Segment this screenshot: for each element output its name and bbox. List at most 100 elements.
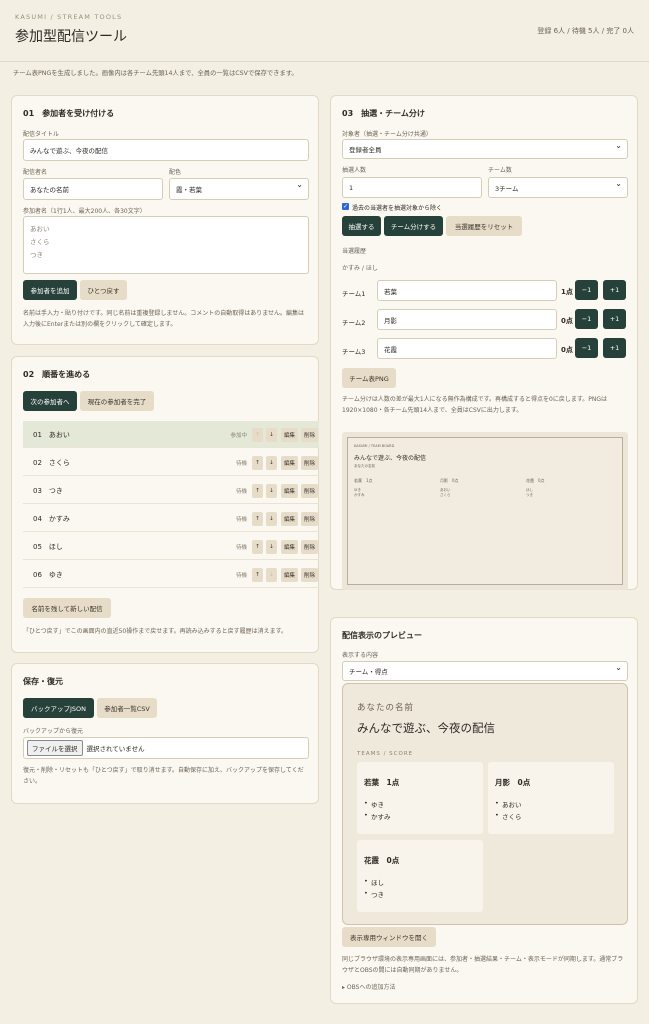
- move-up-button[interactable]: ↑: [252, 540, 263, 554]
- backup-card: 保存・復元 バックアップJSON 参加者一覧CSV バックアップから復元 ファイ…: [11, 663, 319, 804]
- move-up-button[interactable]: ↑: [252, 484, 263, 498]
- move-down-button[interactable]: ↓: [266, 428, 277, 442]
- participant-counts: 登録 6人 / 待機 5人 / 完了 0人: [537, 27, 634, 35]
- color-scheme-label: 配色: [169, 169, 182, 176]
- delete-button[interactable]: 削除: [301, 540, 318, 554]
- edit-button[interactable]: 編集: [281, 540, 298, 554]
- order-title: 02 順番を進める: [23, 370, 91, 379]
- move-down-button[interactable]: ↓: [266, 540, 277, 554]
- plus-point-button[interactable]: +1: [603, 309, 626, 329]
- participant-names-label: 参加者名（1行1人、最大200人、各30文字）: [23, 208, 146, 215]
- queue-row: 01 あおい 参加中 ↑ ↓ 編集 削除: [23, 421, 319, 448]
- thumb-brand: KASUMI / TEAM BOARD: [354, 444, 395, 448]
- display-content-label: 表示する内容: [342, 652, 379, 659]
- move-down-button[interactable]: ↓: [266, 512, 277, 526]
- preview-stream-title: みんなで遊ぶ、今夜の配信: [357, 721, 495, 735]
- queue-row-state: 参加中: [230, 433, 247, 439]
- split-teams-button[interactable]: チーム分けする: [384, 216, 443, 236]
- delete-button[interactable]: 削除: [301, 428, 318, 442]
- plus-point-button[interactable]: +1: [603, 338, 626, 358]
- complete-current-button[interactable]: 現在の参加者を完了: [80, 391, 154, 411]
- preview-member: あおい: [495, 799, 521, 809]
- minus-point-button[interactable]: −1: [575, 309, 598, 329]
- delete-button[interactable]: 削除: [301, 568, 318, 582]
- edit-button[interactable]: 編集: [281, 568, 298, 582]
- color-scheme-value: 霞・若葉: [176, 186, 202, 194]
- plus-point-button[interactable]: +1: [603, 280, 626, 300]
- reception-card: 01 参加者を受け付ける 配信タイトル みんなで遊ぶ、今夜の配信 配信者名 あな…: [11, 95, 319, 345]
- backup-json-button[interactable]: バックアップJSON: [23, 698, 94, 718]
- obs-help-toggle[interactable]: ▸ OBSへの追加方法: [342, 982, 395, 993]
- display-content-select[interactable]: チーム・得点: [342, 661, 628, 681]
- edit-button[interactable]: 編集: [281, 484, 298, 498]
- edit-button[interactable]: 編集: [281, 512, 298, 526]
- queue-row: 06 ゆき 待機 ↑ ↓ 編集 削除: [23, 561, 319, 588]
- team-count-select[interactable]: 3チーム: [488, 177, 628, 198]
- thumb-team-head: 若葉 1点: [354, 478, 373, 483]
- participant-names-textarea[interactable]: あおい さくら つき: [23, 216, 309, 274]
- team-name-input[interactable]: 月影: [377, 309, 557, 330]
- reset-history-button[interactable]: 当選履歴をリセット: [446, 216, 522, 236]
- app-header: KASUMI / STREAM TOOLS 参加型配信ツール 登録 6人 / 待…: [0, 0, 649, 62]
- choose-file-button[interactable]: ファイルを選択: [27, 740, 83, 756]
- preview-member: かすみ: [364, 811, 390, 821]
- team-count-value: 3チーム: [495, 184, 519, 193]
- queue-row-name: 03 つき: [33, 487, 63, 495]
- target-select[interactable]: 登録者全員: [342, 139, 628, 159]
- open-display-window-button[interactable]: 表示専用ウィンドウを開く: [342, 927, 436, 947]
- undo-button[interactable]: ひとつ戻す: [80, 280, 127, 300]
- preview-member: ほし: [364, 877, 384, 887]
- team-points: 0点: [561, 346, 573, 354]
- move-down-button[interactable]: ↓: [266, 484, 277, 498]
- preview-member: ゆき: [364, 799, 384, 809]
- draw-count-input[interactable]: 1: [342, 177, 482, 198]
- thumb-member: つき: [526, 493, 533, 497]
- streamer-name-input[interactable]: あなたの名前: [23, 178, 163, 200]
- draw-count-label: 抽選人数: [342, 167, 367, 174]
- preview-streamer: あなたの名前: [357, 703, 415, 713]
- history-label: 当選履歴: [342, 248, 367, 255]
- lottery-note: チーム分けは人数の差が最大1人になる無作為構成です。再構成すると得点を0に戻しま…: [342, 396, 608, 414]
- minus-point-button[interactable]: −1: [575, 280, 598, 300]
- queue-row-name: 01 あおい: [33, 431, 70, 439]
- minus-point-button[interactable]: −1: [575, 338, 598, 358]
- delete-button[interactable]: 削除: [301, 512, 318, 526]
- edit-button[interactable]: 編集: [281, 428, 298, 442]
- move-up-button[interactable]: ↑: [252, 568, 263, 582]
- move-up-button[interactable]: ↑: [252, 456, 263, 470]
- preview-team-head: 若葉 1点: [364, 778, 400, 787]
- team-board-image: KASUMI / TEAM BOARD みんなで遊ぶ、今夜の配信 あなたの名前 …: [347, 437, 623, 585]
- delete-button[interactable]: 削除: [301, 484, 318, 498]
- target-value: 登録者全員: [349, 146, 382, 154]
- queue-row-name: 06 ゆき: [33, 571, 63, 579]
- move-up-button[interactable]: ↑: [252, 428, 263, 442]
- preview-team-card: 月影 0点 あおい さくら: [488, 762, 614, 834]
- queue-row-state: 待機: [235, 545, 247, 551]
- export-csv-button[interactable]: 参加者一覧CSV: [97, 698, 157, 718]
- exclude-winners-checkbox[interactable]: ✓: [342, 203, 349, 210]
- reception-title: 01 参加者を受け付ける: [23, 109, 115, 118]
- color-scheme-select[interactable]: 霞・若葉: [169, 178, 309, 200]
- team-png-button[interactable]: チーム表PNG: [342, 368, 396, 388]
- team-name-input[interactable]: 若葉: [377, 280, 557, 301]
- placeholder-line: あおい: [30, 225, 50, 233]
- stream-title-input[interactable]: みんなで遊ぶ、今夜の配信: [23, 139, 309, 161]
- move-down-button[interactable]: ↓: [266, 456, 277, 470]
- move-up-button[interactable]: ↑: [252, 512, 263, 526]
- new-stream-button[interactable]: 名前を残して新しい配信: [23, 598, 111, 618]
- order-note: 「ひとつ戻す」でこの画面内の直近50操作まで戻せます。再読み込みすると戻す履歴は…: [23, 628, 288, 635]
- next-participant-button[interactable]: 次の参加者へ: [23, 391, 77, 411]
- obs-help-label: OBSへの追加方法: [346, 984, 396, 991]
- edit-button[interactable]: 編集: [281, 456, 298, 470]
- stream-title-label: 配信タイトル: [23, 131, 60, 138]
- restore-file-input[interactable]: ファイルを選択 選択されていません: [23, 737, 309, 759]
- team-name-input[interactable]: 花霞: [377, 338, 557, 359]
- delete-button[interactable]: 削除: [301, 456, 318, 470]
- add-participants-button[interactable]: 参加者を追加: [23, 280, 77, 300]
- team-label: チーム3: [342, 348, 366, 356]
- queue-row: 05 ほし 待機 ↑ ↓ 編集 削除: [23, 533, 319, 560]
- draw-button[interactable]: 抽選する: [342, 216, 381, 236]
- queue-row-state: 待機: [235, 461, 247, 467]
- move-down-button[interactable]: ↓: [266, 568, 277, 582]
- lottery-title: 03 抽選・チーム分け: [342, 109, 425, 118]
